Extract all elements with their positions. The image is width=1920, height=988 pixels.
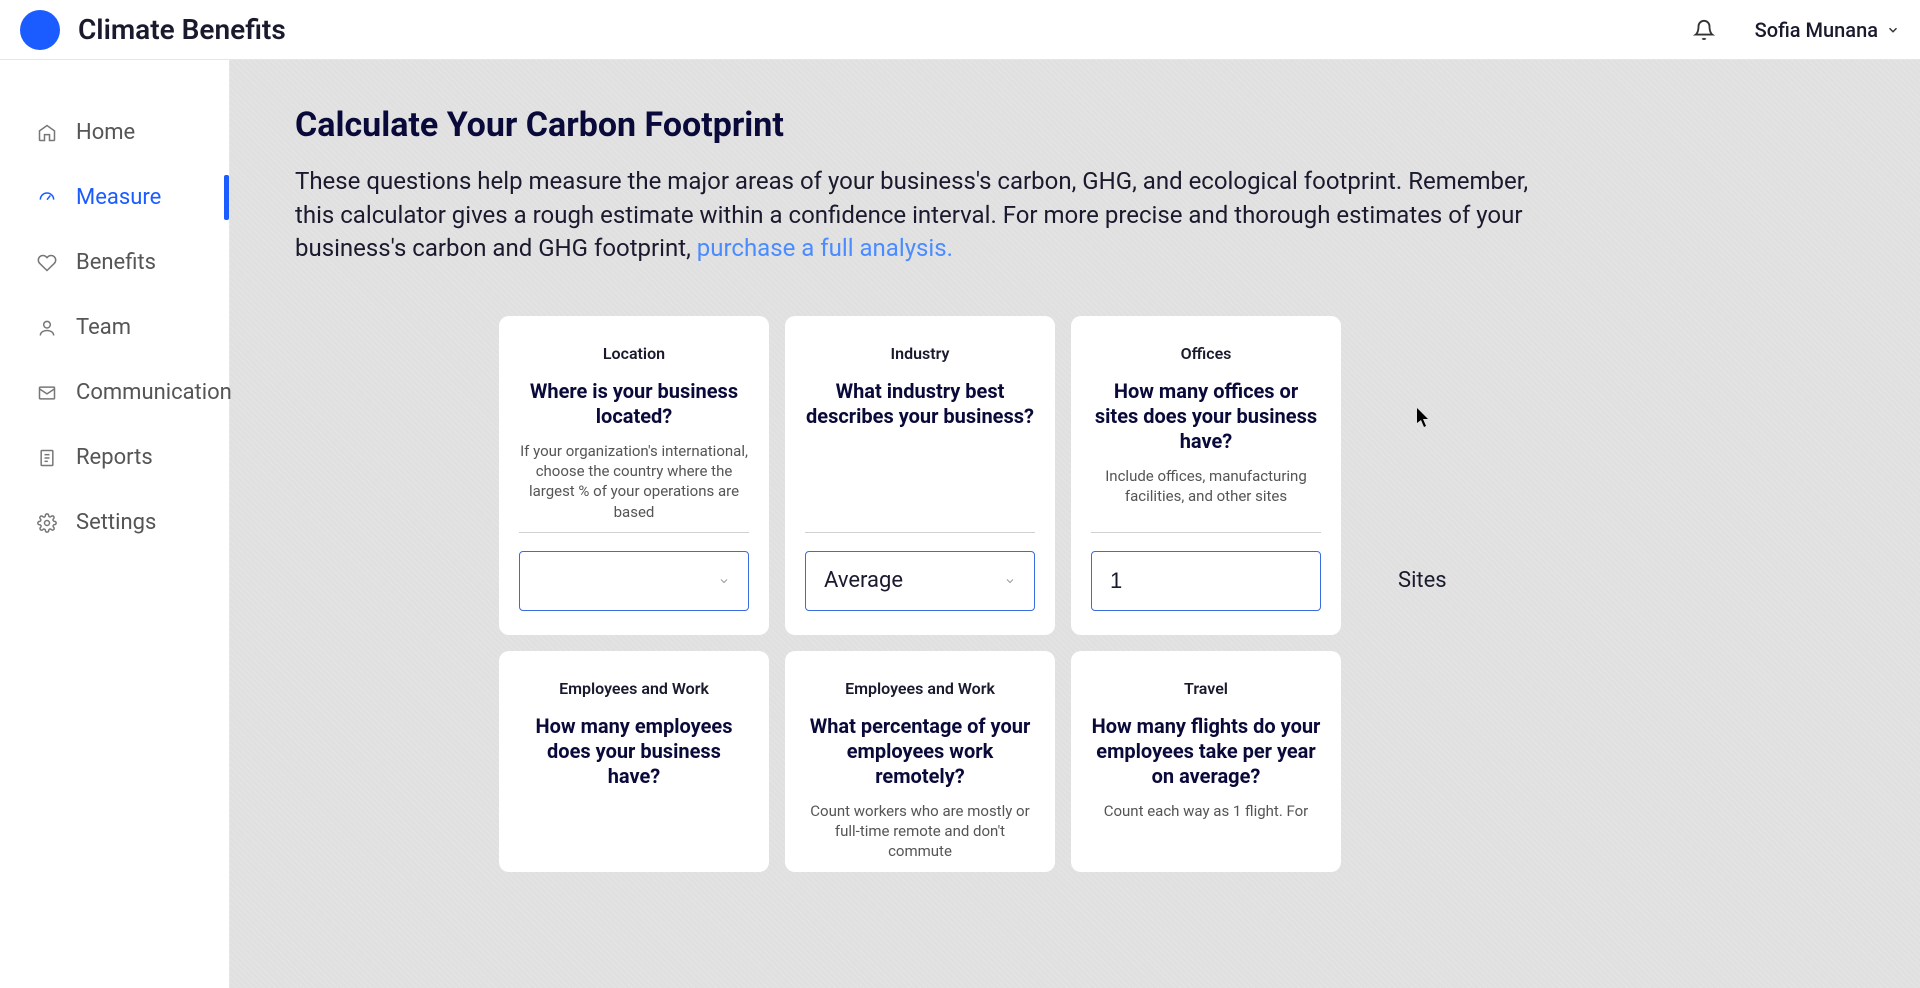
header-left: Climate Benefits [20,10,286,50]
sidebar-item-label: Settings [76,510,156,535]
card-question: How many employees does your business ha… [519,714,749,789]
user-name: Sofia Munana [1755,18,1878,42]
app-title: Climate Benefits [78,13,286,46]
card-category: Employees and Work [559,679,709,698]
sidebar-item-team[interactable]: Team [0,295,229,360]
card-hint: Count workers who are mostly or full-tim… [805,801,1035,862]
user-icon [36,317,58,339]
card-hint: If your organization's international, ch… [519,441,749,522]
header-right: Sofia Munana [1693,18,1900,42]
chevron-down-icon [718,575,730,587]
card-category: Industry [891,344,950,363]
card-hint: Include offices, manufacturing facilitie… [1091,466,1321,507]
card-divider [805,532,1035,533]
input-suffix: Sites [1398,568,1447,593]
card-travel: Travel How many flights do your employee… [1071,651,1341,872]
card-employees-count: Employees and Work How many employees do… [499,651,769,872]
card-industry: Industry What industry best describes yo… [785,316,1055,635]
card-question: What percentage of your employees work r… [805,714,1035,789]
mail-icon [36,382,58,404]
sidebar-item-label: Benefits [76,250,156,275]
header: Climate Benefits Sofia Munana [0,0,1920,60]
sidebar-item-label: Reports [76,445,153,470]
card-question: How many flights do your employees take … [1091,714,1321,789]
sidebar-item-label: Communication [76,380,232,405]
card-employees-remote: Employees and Work What percentage of yo… [785,651,1055,872]
industry-select[interactable]: Average [805,551,1035,611]
page-description: These questions help measure the major a… [295,165,1545,266]
card-divider [1091,532,1321,533]
gauge-icon [36,187,58,209]
sidebar-item-communication[interactable]: Communication [0,360,229,425]
card-question: What industry best describes your busine… [805,379,1035,429]
notifications-icon[interactable] [1693,19,1715,41]
chevron-down-icon [1886,23,1900,37]
sidebar-item-label: Team [76,315,131,340]
card-divider [519,532,749,533]
purchase-analysis-link[interactable]: purchase a full analysis. [697,234,953,262]
chevron-down-icon [1004,575,1016,587]
card-category: Location [603,344,665,363]
home-icon [36,122,58,144]
sidebar-item-home[interactable]: Home [0,100,229,165]
user-menu[interactable]: Sofia Munana [1755,18,1900,42]
sidebar-item-measure[interactable]: Measure [0,165,229,230]
sidebar-item-settings[interactable]: Settings [0,490,229,555]
sidebar: Home Measure Benefits Team Communication [0,60,230,988]
cards-grid: Location Where is your business located?… [295,316,1545,872]
location-select[interactable] [519,551,749,611]
select-value: Average [824,568,903,593]
gear-icon [36,512,58,534]
card-hint: Count each way as 1 flight. For [1104,801,1309,821]
sidebar-item-label: Home [76,120,135,145]
sidebar-item-benefits[interactable]: Benefits [0,230,229,295]
offices-input[interactable] [1110,568,1398,594]
card-offices: Offices How many offices or sites does y… [1071,316,1341,635]
sidebar-item-reports[interactable]: Reports [0,425,229,490]
page-title: Calculate Your Carbon Footprint [295,105,1855,145]
document-icon [36,447,58,469]
card-category: Travel [1184,679,1228,698]
card-category: Offices [1181,344,1232,363]
main-content: Calculate Your Carbon Footprint These qu… [230,60,1920,988]
offices-input-wrap: Sites [1091,551,1321,611]
sidebar-item-label: Measure [76,185,161,210]
heart-icon [36,252,58,274]
card-question: How many offices or sites does your busi… [1091,379,1321,454]
card-category: Employees and Work [845,679,995,698]
card-location: Location Where is your business located?… [499,316,769,635]
card-question: Where is your business located? [519,379,749,429]
logo-icon [20,10,60,50]
